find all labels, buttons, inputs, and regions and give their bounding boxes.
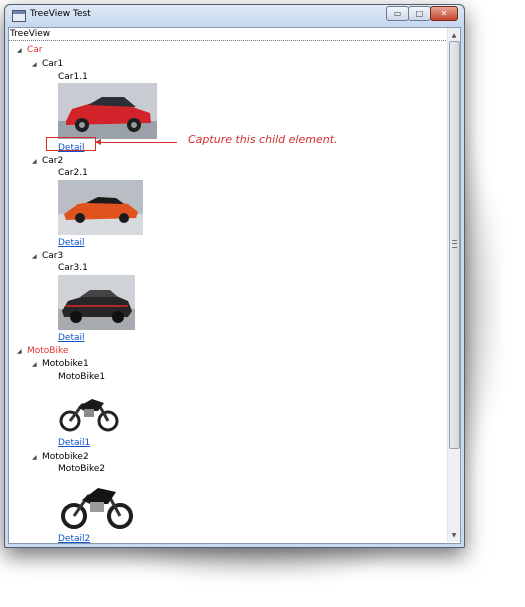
close-icon: ✕: [440, 9, 448, 18]
tree-node-motobike[interactable]: MotoBike: [27, 346, 68, 356]
grip-icon: [452, 240, 457, 248]
window-title: TreeView Test: [30, 9, 91, 19]
car3-detail-link[interactable]: Detail: [58, 333, 85, 343]
motobike1-child-label: MotoBike1: [58, 372, 106, 382]
title-bar[interactable]: TreeView Test ▭ □ ✕: [5, 5, 464, 27]
annotation-highlight-box: [46, 137, 96, 151]
treeview-header: TreeView: [10, 29, 51, 39]
expand-motobike2-icon[interactable]: ◢: [32, 454, 37, 461]
scrollbar-thumb[interactable]: [449, 41, 460, 449]
client-area: TreeView ◢ Car ◢ Car1 Car1.1 Detail ◢ Ca…: [8, 27, 461, 544]
expand-car2-icon[interactable]: ◢: [32, 158, 37, 165]
motobike1-detail-link[interactable]: Detail1: [58, 438, 90, 448]
app-window: TreeView Test ▭ □ ✕ TreeView ◢ Car ◢ Car…: [4, 4, 465, 548]
motobike2-child-label: MotoBike2: [58, 464, 106, 474]
annotation-text: Capture this child element.: [188, 133, 338, 146]
expand-motobike1-icon[interactable]: ◢: [32, 361, 37, 368]
close-button[interactable]: ✕: [430, 6, 458, 21]
scroll-up-icon[interactable]: ▲: [448, 29, 460, 41]
annotation-arrow-icon: [95, 139, 101, 145]
expand-car3-icon[interactable]: ◢: [32, 253, 37, 260]
window-icon[interactable]: [12, 10, 26, 22]
car2-detail-link[interactable]: Detail: [58, 238, 85, 248]
expand-motobike-icon[interactable]: ◢: [17, 348, 22, 355]
car2-child-label: Car2.1: [58, 168, 88, 178]
tree-node-car[interactable]: Car: [27, 45, 43, 55]
tree-node-car2[interactable]: Car2: [42, 156, 63, 166]
treeview[interactable]: ◢ Car ◢ Car1 Car1.1 Detail ◢ Car2 Car2.1…: [9, 40, 446, 544]
maximize-icon: □: [415, 9, 424, 18]
minimize-icon: ▭: [393, 9, 402, 18]
maximize-button[interactable]: □: [408, 6, 431, 21]
tree-node-car1[interactable]: Car1: [42, 59, 63, 69]
car1-child-label: Car1.1: [58, 72, 88, 82]
car3-child-label: Car3.1: [58, 263, 88, 273]
expand-car-icon[interactable]: ◢: [17, 47, 22, 54]
motobike2-detail-link[interactable]: Detail2: [58, 534, 90, 544]
car3-image: [58, 275, 135, 330]
tree-node-motobike1[interactable]: Motobike1: [42, 359, 89, 369]
minimize-button[interactable]: ▭: [386, 6, 409, 21]
tree-node-car3[interactable]: Car3: [42, 251, 63, 261]
vertical-scrollbar[interactable]: ▲ ▼: [447, 28, 460, 542]
motobike1-image: [58, 389, 120, 433]
car2-image: [58, 180, 143, 235]
tree-node-motobike2[interactable]: Motobike2: [42, 452, 89, 462]
annotation-line: [95, 142, 177, 143]
scroll-down-icon[interactable]: ▼: [448, 529, 460, 541]
expand-car1-icon[interactable]: ◢: [32, 61, 37, 68]
car1-image: [58, 83, 157, 139]
motobike2-image: [58, 478, 135, 531]
